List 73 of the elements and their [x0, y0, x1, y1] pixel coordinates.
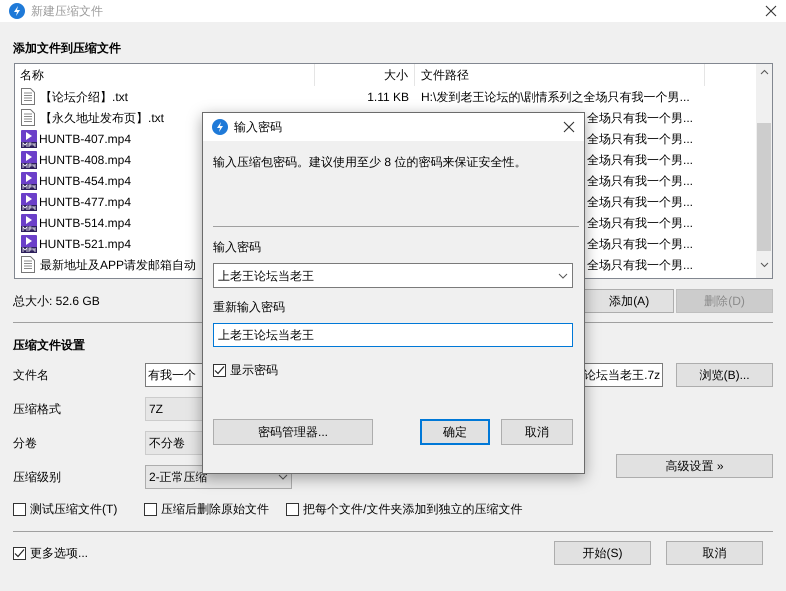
checkbox[interactable] [13, 546, 26, 560]
file-path: H:\发到老王论坛的\剧情系列之全场只有我一个男... [421, 90, 690, 104]
field-label: 输入密码 [213, 239, 262, 256]
field-label: 文件名 [13, 367, 50, 384]
scrollbar[interactable] [756, 64, 772, 278]
field-label: 压缩级别 [13, 469, 62, 486]
field-label: 压缩格式 [13, 401, 62, 418]
file-path: 全场只有我一个男... [587, 174, 694, 188]
checkbox-label: 测试压缩文件(T) [30, 501, 118, 518]
file-path: 全场只有我一个男... [587, 132, 694, 146]
window-title: 新建压缩文件 [31, 3, 103, 20]
app-logo-icon [9, 3, 25, 19]
checkbox-label: 把每个文件/文件夹添加到独立的压缩文件 [303, 501, 522, 518]
dialog-description: 输入压缩包密码。建议使用至少 8 位的密码来保证安全性。 [213, 154, 528, 171]
checkbox-label: 显示密码 [230, 362, 278, 379]
file-size: 1.11 KB [367, 90, 409, 104]
file-path: 全场只有我一个男... [587, 258, 694, 272]
total-size: 总大小: 52.6 GB [13, 294, 100, 308]
close-icon[interactable] [765, 5, 777, 17]
field-label: 重新输入密码 [213, 299, 286, 316]
file-name[interactable]: HUNTB-477.mp4 [39, 192, 132, 210]
add-button[interactable]: 添加(A) [584, 289, 674, 313]
column-header[interactable]: 大小 [315, 64, 415, 86]
scroll-up-icon[interactable] [760, 69, 768, 75]
text-file-icon [21, 109, 35, 126]
advanced-settings-button[interactable]: 高级设置 » [616, 454, 773, 478]
dropdown-caret-icon [558, 272, 568, 278]
browse-button[interactable]: 浏览(B)... [676, 363, 774, 387]
video-file-icon [21, 172, 37, 190]
password-dropdown[interactable]: 上老王论坛当老王 [213, 263, 573, 288]
file-name[interactable]: 【论坛介绍】.txt [40, 88, 128, 106]
cancel-button[interactable]: 取消 [666, 541, 763, 565]
video-file-icon [21, 192, 37, 210]
dialog-title: 输入密码 [234, 119, 282, 136]
file-name[interactable]: HUNTB-408.mp4 [39, 150, 132, 168]
checkbox[interactable] [213, 364, 226, 376]
text-file-icon [21, 256, 35, 273]
dropdown-caret-icon [278, 474, 288, 480]
file-name[interactable]: HUNTB-454.mp4 [39, 172, 132, 190]
field-label: 分卷 [13, 435, 38, 452]
video-file-icon [21, 234, 37, 252]
file-path: 全场只有我一个男... [587, 194, 694, 208]
file-name[interactable]: HUNTB-521.mp4 [39, 234, 132, 252]
close-icon[interactable] [563, 121, 575, 133]
checkbox[interactable] [286, 502, 299, 516]
checkbox-label: 更多选项... [30, 545, 88, 562]
column-header[interactable]: 文件路径 [415, 64, 705, 86]
checkbox[interactable] [144, 502, 157, 516]
dialog-button[interactable]: 密码管理器... [213, 419, 373, 445]
video-file-icon [21, 214, 37, 232]
text-file-icon [21, 88, 35, 105]
file-name[interactable]: 最新地址及APP请发邮箱自动 [40, 256, 196, 274]
scroll-thumb[interactable] [757, 123, 771, 251]
video-file-icon [21, 150, 37, 168]
checkbox[interactable] [13, 502, 26, 516]
file-path: 全场只有我一个男... [587, 152, 694, 166]
column-header[interactable]: 名称 [15, 64, 315, 86]
scroll-down-icon[interactable] [760, 262, 768, 268]
checkbox-label: 压缩后删除原始文件 [161, 501, 269, 518]
file-name[interactable]: HUNTB-407.mp4 [39, 130, 132, 148]
section-heading: 添加文件到压缩文件 [13, 40, 122, 56]
app-logo-icon [212, 119, 228, 135]
dialog-button[interactable]: 取消 [501, 419, 573, 445]
file-name[interactable]: 【永久地址发布页】.txt [40, 108, 164, 126]
file-name[interactable]: HUNTB-514.mp4 [39, 214, 132, 232]
section-heading: 压缩文件设置 [13, 337, 86, 353]
file-path: 全场只有我一个男... [587, 216, 694, 230]
file-path: 全场只有我一个男... [587, 236, 694, 250]
dialog-button[interactable]: 确定 [420, 419, 490, 445]
start-button[interactable]: 开始(S) [554, 541, 651, 565]
password-input[interactable]: 上老王论坛当老王 [213, 323, 573, 347]
file-path: 全场只有我一个男... [587, 110, 694, 124]
video-file-icon [21, 130, 37, 148]
